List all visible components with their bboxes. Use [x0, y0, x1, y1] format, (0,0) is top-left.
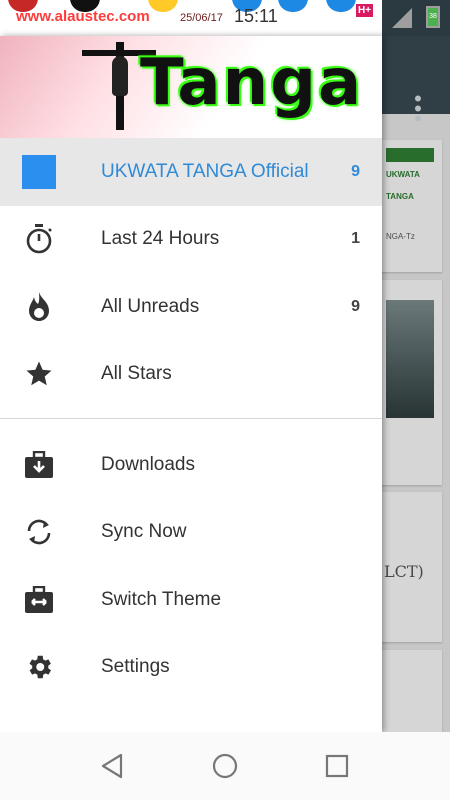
switch-theme-icon	[22, 583, 56, 617]
status-bar-left: www.alaustec.com 25/06/17 15:11 H+	[0, 0, 382, 36]
flame-icon	[22, 290, 56, 324]
drawer-item-label: All Unreads	[101, 295, 200, 317]
status-date: 25/06/17	[180, 12, 223, 24]
crucifix-figure	[112, 56, 128, 96]
drawer-item-all-stars[interactable]: All Stars	[0, 341, 382, 409]
drawer-item-label: Sync Now	[101, 521, 187, 543]
drawer-item-all-unreads[interactable]: All Unreads 9	[0, 273, 382, 341]
drawer-divider	[0, 418, 382, 419]
emoji-icon	[326, 0, 356, 12]
tanga-logo: Tanga	[82, 40, 361, 134]
drawer-item-label: All Stars	[101, 363, 172, 385]
drawer-scrim[interactable]	[382, 36, 450, 732]
drawer-item-label: Last 24 Hours	[101, 228, 220, 250]
actions-section: Downloads Sync Now Switch Theme Settings	[0, 431, 382, 701]
unread-count: 9	[351, 297, 360, 315]
drawer-header: Tanga	[0, 36, 382, 138]
drawer-item-label: Settings	[101, 656, 170, 678]
logo-text: Tanga	[140, 46, 364, 120]
feeds-section: UKWATA TANGA Official 9 Last 24 Hours 1 …	[0, 138, 382, 408]
status-bar: www.alaustec.com 25/06/17 15:11 H+ 38	[0, 0, 450, 36]
home-button[interactable]	[211, 752, 239, 780]
status-time: 15:11	[234, 6, 278, 26]
recents-button[interactable]	[323, 752, 351, 780]
navigation-drawer: Tanga UKWATA TANGA Official 9 Last 24 Ho…	[0, 36, 382, 732]
unread-count: 1	[351, 230, 360, 248]
drawer-item-label: Downloads	[101, 453, 195, 475]
drawer-item-downloads[interactable]: Downloads	[0, 431, 382, 499]
drawer-item-settings[interactable]: Settings	[0, 634, 382, 702]
gear-icon	[22, 650, 56, 684]
emoji-icon	[148, 0, 178, 12]
download-briefcase-icon	[22, 448, 56, 482]
drawer-item-ukwata-tanga-official[interactable]: UKWATA TANGA Official 9	[0, 138, 382, 206]
battery-icon: 38	[426, 6, 440, 28]
drawer-item-label: UKWATA TANGA Official	[101, 160, 309, 182]
drawer-item-last-24-hours[interactable]: Last 24 Hours 1	[0, 206, 382, 274]
blue-square-icon	[22, 154, 56, 189]
status-site-text: www.alaustec.com	[16, 8, 150, 25]
stopwatch-icon	[22, 222, 56, 256]
network-type: H+	[356, 4, 374, 17]
star-icon	[22, 357, 56, 391]
system-nav-bar	[0, 732, 450, 800]
drawer-item-switch-theme[interactable]: Switch Theme	[0, 566, 382, 634]
back-button[interactable]	[98, 752, 126, 780]
emoji-icon	[278, 0, 308, 12]
sync-icon	[22, 515, 56, 549]
unread-count: 9	[351, 162, 360, 180]
drawer-item-sync-now[interactable]: Sync Now	[0, 499, 382, 567]
drawer-item-label: Switch Theme	[101, 588, 222, 610]
signal-icon	[392, 8, 412, 28]
